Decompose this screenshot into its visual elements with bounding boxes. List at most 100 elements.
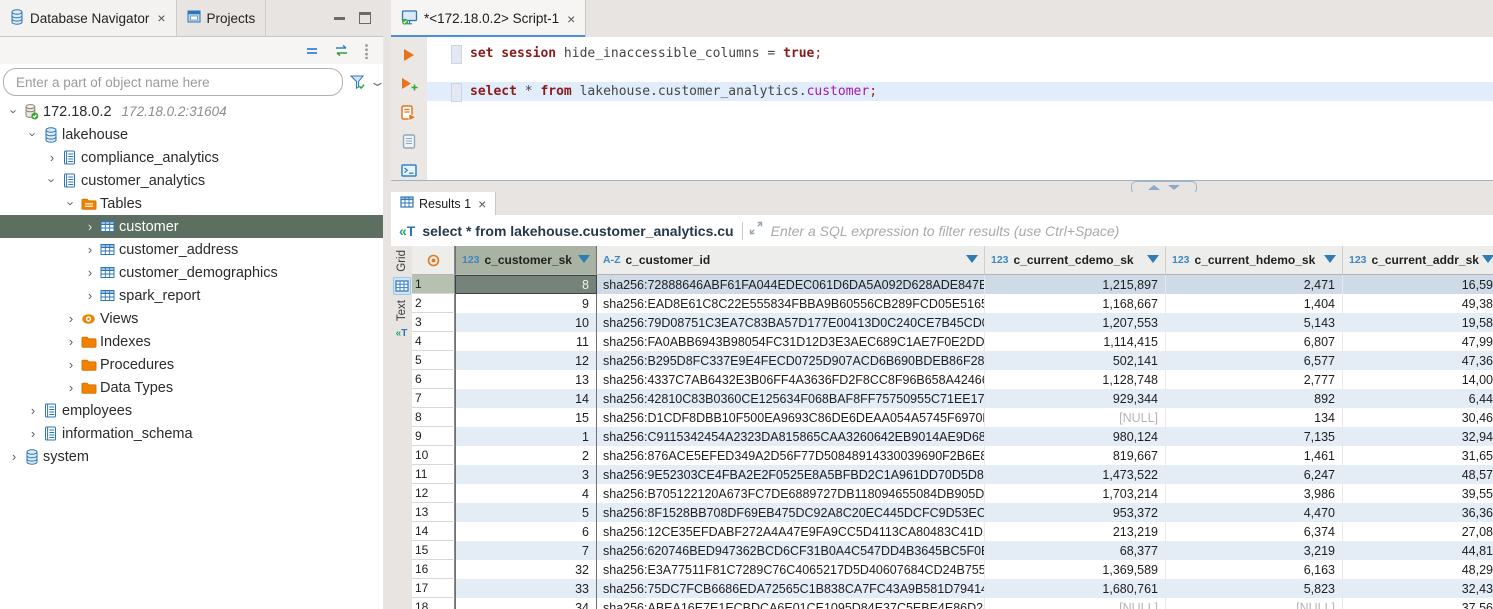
- run-script-icon[interactable]: [401, 104, 417, 121]
- tree-item-customer-demographics[interactable]: ›customer_demographics: [0, 261, 383, 284]
- cell-c_current_hdemo_sk[interactable]: 1,404: [1166, 294, 1343, 313]
- cell-c_current_cdemo_sk[interactable]: 819,667: [985, 446, 1166, 465]
- cell-c_current_hdemo_sk[interactable]: [NULL]: [1166, 598, 1343, 609]
- cell-c_customer_id[interactable]: sha256:12CE35EFDABF272A4A47E9FA9CC5D4113…: [597, 522, 985, 541]
- cell-c_current_hdemo_sk[interactable]: 6,807: [1166, 332, 1343, 351]
- row-number[interactable]: 13: [412, 503, 455, 522]
- cell-c_current_addr_sk[interactable]: 31,65: [1343, 446, 1493, 465]
- tree-item-employees[interactable]: ›employees: [0, 399, 383, 422]
- filter-input-placeholder[interactable]: Enter a SQL expression to filter results…: [771, 223, 1120, 239]
- row-number[interactable]: 15: [412, 541, 455, 560]
- cell-c_customer_sk[interactable]: 4: [455, 484, 597, 503]
- cell-c_current_hdemo_sk[interactable]: 6,163: [1166, 560, 1343, 579]
- chevron-collapsed-icon[interactable]: ›: [82, 288, 98, 303]
- code-line-2[interactable]: [427, 63, 1493, 82]
- chevron-collapsed-icon[interactable]: ›: [82, 219, 98, 234]
- cell-c_current_addr_sk[interactable]: 49,38: [1343, 294, 1493, 313]
- cell-c_current_addr_sk[interactable]: 44,81: [1343, 541, 1493, 560]
- tree-item-customer[interactable]: ›customer: [0, 215, 383, 238]
- tree-item-data-types[interactable]: ›Data Types: [0, 376, 383, 399]
- cell-c_current_hdemo_sk[interactable]: 4,470: [1166, 503, 1343, 522]
- chevron-expanded-icon[interactable]: ›: [45, 173, 60, 189]
- cell-c_current_cdemo_sk[interactable]: [NULL]: [985, 408, 1166, 427]
- row-number[interactable]: 11: [412, 465, 455, 484]
- cell-c_customer_sk[interactable]: 7: [455, 541, 597, 560]
- filter-funnel-icon[interactable]: [350, 75, 366, 90]
- results-filterbar[interactable]: «T select * from lakehouse.customer_anal…: [391, 215, 1493, 247]
- cell-c_customer_id[interactable]: sha256:B705122120A673FC7DE6889727DB11809…: [597, 484, 985, 503]
- chevron-collapsed-icon[interactable]: ›: [25, 426, 41, 441]
- chevron-collapsed-icon[interactable]: ›: [25, 403, 41, 418]
- cell-c_customer_id[interactable]: sha256:C9115342454A2323DA815865CAA326064…: [597, 427, 985, 446]
- tab-script-1[interactable]: *<172.18.0.2> Script-1 ×: [391, 0, 586, 37]
- tree-item-172-18-0-2[interactable]: ›172.18.0.2172.18.0.2:31604: [0, 100, 383, 123]
- cell-c_customer_id[interactable]: sha256:42810C83B0360CE125634F068BAF8FF75…: [597, 389, 985, 408]
- cell-c_customer_id[interactable]: sha256:B295D8FC337E9E4FECD0725D907ACD6B6…: [597, 351, 985, 370]
- side-tab-grid-label[interactable]: Grid: [396, 250, 408, 272]
- kebab-menu-icon[interactable]: [364, 43, 369, 59]
- row-number[interactable]: 5: [412, 351, 455, 370]
- cell-c_customer_sk[interactable]: 15: [455, 408, 597, 427]
- tab-results-1[interactable]: Results 1 ×: [391, 192, 496, 215]
- cell-c_current_hdemo_sk[interactable]: 6,247: [1166, 465, 1343, 484]
- column-header-c_current_addr_sk[interactable]: 123c_current_addr_sk: [1343, 246, 1493, 275]
- cell-c_current_cdemo_sk[interactable]: 502,141: [985, 351, 1166, 370]
- code-line-3[interactable]: select * from lakehouse.customer_analyti…: [427, 82, 1493, 101]
- cell-c_customer_sk[interactable]: 6: [455, 522, 597, 541]
- cell-c_customer_sk[interactable]: 10: [455, 313, 597, 332]
- cell-c_current_addr_sk[interactable]: 47,99: [1343, 332, 1493, 351]
- chevron-collapsed-icon[interactable]: ›: [82, 265, 98, 280]
- tree-item-lakehouse[interactable]: ›lakehouse: [0, 123, 383, 146]
- cell-c_current_cdemo_sk[interactable]: 68,377: [985, 541, 1166, 560]
- row-number[interactable]: 12: [412, 484, 455, 503]
- cell-c_current_addr_sk[interactable]: 39,55: [1343, 484, 1493, 503]
- collapse-down-icon[interactable]: [1168, 185, 1180, 190]
- cell-c_current_addr_sk[interactable]: 14,00: [1343, 370, 1493, 389]
- close-icon[interactable]: ×: [567, 11, 575, 27]
- cell-c_current_addr_sk[interactable]: 36,36: [1343, 503, 1493, 522]
- cell-c_current_addr_sk[interactable]: 16,59: [1343, 275, 1493, 294]
- cell-c_customer_sk[interactable]: 13: [455, 370, 597, 389]
- cell-c_customer_sk[interactable]: 11: [455, 332, 597, 351]
- collapse-up-icon[interactable]: [1148, 185, 1160, 190]
- chevron-collapsed-icon[interactable]: ›: [63, 334, 79, 349]
- cell-c_customer_sk[interactable]: 2: [455, 446, 597, 465]
- cell-c_customer_id[interactable]: sha256:876ACE5EFED349A2D56F77D5084891433…: [597, 446, 985, 465]
- row-number[interactable]: 14: [412, 522, 455, 541]
- column-filter-dropdown-icon[interactable]: [1147, 255, 1159, 263]
- cell-c_current_addr_sk[interactable]: 19,58: [1343, 313, 1493, 332]
- cell-c_customer_id[interactable]: sha256:8F1528BB708DF69EB475DC92A8C20EC44…: [597, 503, 985, 522]
- column-header-c_customer_sk[interactable]: 123c_customer_sk: [455, 246, 597, 275]
- cell-c_customer_id[interactable]: sha256:E3A77511F81C7289C76C4065217D5D406…: [597, 560, 985, 579]
- side-tab-text-icon[interactable]: «T: [395, 326, 409, 341]
- explain-icon[interactable]: [402, 133, 416, 150]
- cell-c_current_cdemo_sk[interactable]: 1,215,897: [985, 275, 1166, 294]
- cell-c_current_cdemo_sk[interactable]: [NULL]: [985, 598, 1166, 609]
- tab-database-navigator[interactable]: Database Navigator ×: [0, 0, 177, 36]
- column-header-c_customer_id[interactable]: A-Zc_customer_id: [597, 246, 985, 275]
- row-number[interactable]: 7: [412, 389, 455, 408]
- cell-c_current_cdemo_sk[interactable]: 1,369,589: [985, 560, 1166, 579]
- cell-c_customer_id[interactable]: sha256:EAD8E61C8C22E555834FBBA9B60556CB2…: [597, 294, 985, 313]
- tree-item-customer-analytics[interactable]: ›customer_analytics: [0, 169, 383, 192]
- cell-c_current_hdemo_sk[interactable]: 3,219: [1166, 541, 1343, 560]
- cell-c_customer_sk[interactable]: 3: [455, 465, 597, 484]
- row-number[interactable]: 9: [412, 427, 455, 446]
- cell-c_current_hdemo_sk[interactable]: 892: [1166, 389, 1343, 408]
- column-filter-dropdown-icon[interactable]: [966, 255, 978, 263]
- cell-c_current_cdemo_sk[interactable]: 953,372: [985, 503, 1166, 522]
- row-number[interactable]: 8: [412, 408, 455, 427]
- cell-c_current_hdemo_sk[interactable]: 3,986: [1166, 484, 1343, 503]
- cell-c_current_addr_sk[interactable]: 32,43: [1343, 579, 1493, 598]
- code-line-1[interactable]: set session hide_inaccessible_columns = …: [427, 44, 1493, 63]
- cell-c_current_cdemo_sk[interactable]: 1,473,522: [985, 465, 1166, 484]
- cell-c_customer_id[interactable]: sha256:79D08751C3EA7C83BA57D177E00413D0C…: [597, 313, 985, 332]
- cell-c_customer_sk[interactable]: 1: [455, 427, 597, 446]
- close-icon[interactable]: ×: [157, 10, 165, 26]
- cell-c_current_addr_sk[interactable]: 37,56: [1343, 598, 1493, 609]
- cell-c_current_hdemo_sk[interactable]: 2,777: [1166, 370, 1343, 389]
- row-selector-header[interactable]: [412, 246, 455, 275]
- chevron-collapsed-icon[interactable]: ›: [6, 449, 22, 464]
- tree-item-procedures[interactable]: ›Procedures: [0, 353, 383, 376]
- maximize-icon[interactable]: [359, 12, 371, 24]
